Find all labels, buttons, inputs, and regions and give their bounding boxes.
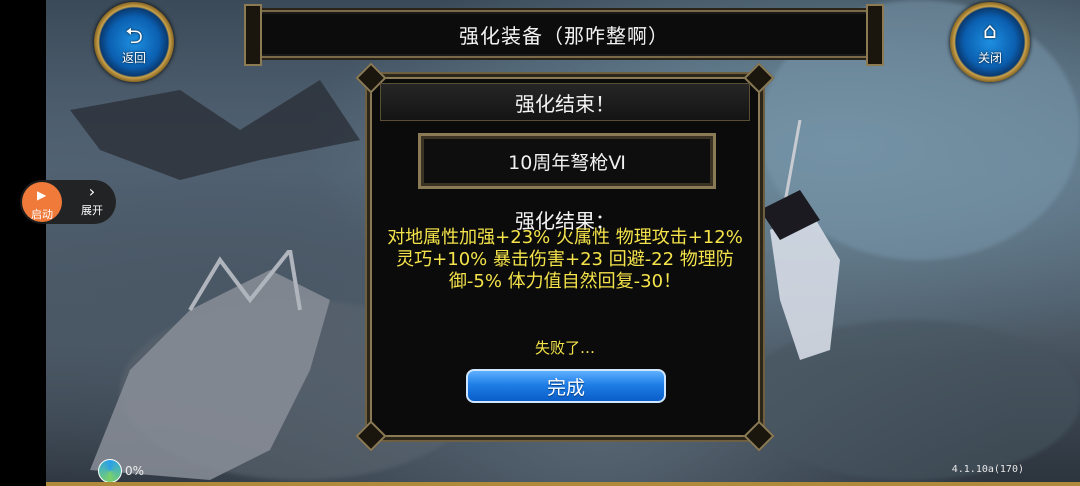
start-button[interactable]: ▶ 启动 [22,182,62,222]
status-text: 失败了… [534,339,595,357]
enhance-result-dialog: 强化结束！ 10周年弩枪Ⅵ 强化结果： 对地属性加强+23% 火属性 物理攻击+… [355,62,775,452]
version-text: 4.1.10a(170) [951,464,1024,475]
close-label: 关闭 [977,51,1002,65]
expand-button[interactable]: › 展开 [72,182,112,222]
progress-indicator: 0% [98,459,144,483]
item-name-box: 10周年弩枪Ⅵ [418,133,716,189]
start-label: 启动 [31,208,53,221]
dialog-title: 强化结束！ [515,91,615,116]
result-stats: 对地属性加强+23% 火属性 物理攻击+12% 灵巧+10% 暴击伤害+23 回… [387,227,743,292]
home-icon: ⌂ [983,19,997,44]
left-black-bar [0,0,46,486]
confirm-button[interactable]: 完成 [466,369,666,403]
feathered-beast [90,250,330,480]
progress-text: 0% [125,464,145,478]
loading-spinner-icon [98,459,122,483]
expand-label: 展开 [81,204,103,217]
back-label: 返回 [121,51,146,65]
bottom-border [46,482,1080,486]
confirm-label: 完成 [546,376,585,399]
dialog-header: 强化结束！ [380,83,750,121]
floating-assistant-menu: ▶ 启动 › 展开 [20,180,116,224]
close-button[interactable]: ⌂ 关闭 [950,2,1030,82]
page-title-bar: 强化装备（那咋整啊） [244,4,884,66]
player-character [760,120,840,360]
winged-creature [70,80,360,180]
chevron-right-icon: › [88,182,96,201]
page-title: 强化装备（那咋整啊） [459,23,669,48]
back-button[interactable]: ⮌ 返回 [94,2,174,82]
play-icon: ▶ [37,188,47,202]
item-name: 10周年弩枪Ⅵ [508,151,626,174]
